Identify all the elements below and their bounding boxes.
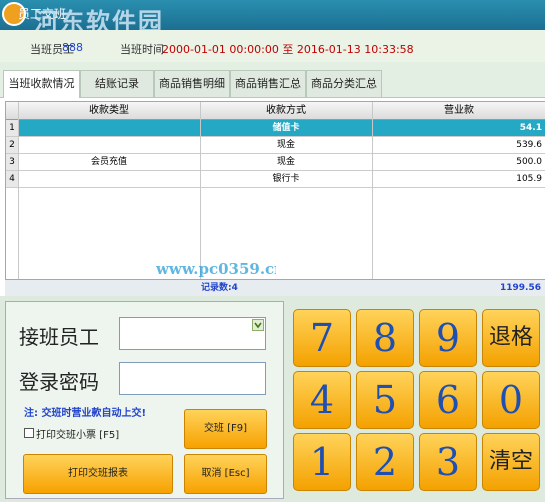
row-amount: 500.0 xyxy=(516,157,542,167)
col-method[interactable]: 收款方式 xyxy=(200,103,372,119)
next-staff-label: 接班员工 xyxy=(19,325,99,349)
staff-value: 888 xyxy=(62,41,83,54)
cancel-button[interactable]: 取消 [Esc] xyxy=(184,454,267,494)
print-report-label: 打印交班报表 xyxy=(68,468,128,479)
key-8[interactable]: 8 xyxy=(356,309,414,367)
key-clear[interactable]: 清空 xyxy=(482,433,540,491)
info-bar: 当班员工 888 当班时间 2000-01-01 00:00:00 至 2016… xyxy=(0,30,545,62)
key-7[interactable]: 7 xyxy=(293,309,351,367)
row-amount: 54.1 xyxy=(519,123,542,133)
tab-checkout-records[interactable]: 结账记录 xyxy=(80,70,154,97)
table-header: 收款类型 收款方式 营业款 xyxy=(6,102,545,120)
row-method: 银行卡 xyxy=(272,174,300,184)
note-text: 注: 交班时营业款自动上交! xyxy=(24,408,147,419)
chevron-down-icon xyxy=(254,322,262,329)
key-9[interactable]: 9 xyxy=(419,309,477,367)
row-type xyxy=(18,120,200,136)
total-amount: 1199.56 xyxy=(500,283,541,293)
print-receipt-checkbox[interactable] xyxy=(24,428,34,438)
key-0[interactable]: 0 xyxy=(482,371,540,429)
table-row[interactable]: 1 储值卡 54.1 xyxy=(6,120,545,137)
print-report-button[interactable]: 打印交班报表 xyxy=(23,454,173,494)
row-number: 3 xyxy=(6,154,18,170)
tab-sales-detail[interactable]: 商品销售明细 xyxy=(154,70,230,97)
handover-form: 接班员工 登录密码 注: 交班时营业款自动上交! 打印交班小票 [F5] 交班 … xyxy=(5,301,284,499)
row-amount: 105.9 xyxy=(516,174,542,184)
record-count: 记录数:4 xyxy=(201,283,238,293)
tab-sales-summary[interactable]: 商品销售汇总 xyxy=(230,70,306,97)
table-row[interactable]: 2 现金 539.6 xyxy=(6,137,545,154)
divider xyxy=(372,102,373,296)
dropdown-button[interactable] xyxy=(252,319,264,331)
row-number: 1 xyxy=(6,120,18,136)
table-row[interactable]: 4 银行卡 105.9 xyxy=(6,171,545,188)
corner-cell xyxy=(6,102,18,118)
table-row[interactable]: 3 会员充值 现金 500.0 xyxy=(6,154,545,171)
key-1[interactable]: 1 xyxy=(293,433,351,491)
time-value: 2000-01-01 00:00:00 至 2016-01-13 10:33:5… xyxy=(162,43,414,56)
table-footer: 记录数:4 1199.56 xyxy=(5,279,545,296)
handover-button-label: 交班 [F9] xyxy=(203,423,248,434)
password-label: 登录密码 xyxy=(19,370,99,394)
key-backspace[interactable]: 退格 xyxy=(482,309,540,367)
row-type xyxy=(18,171,200,187)
row-number: 4 xyxy=(6,171,18,187)
col-type[interactable]: 收款类型 xyxy=(18,103,200,119)
key-6[interactable]: 6 xyxy=(419,371,477,429)
next-staff-select[interactable] xyxy=(119,317,266,350)
watermark-url: www.pc0359.cn xyxy=(156,260,276,278)
row-number: 2 xyxy=(6,137,18,153)
time-label: 当班时间 xyxy=(120,43,164,56)
title-bar: 员工交班 河东软件园 xyxy=(0,0,545,36)
key-2[interactable]: 2 xyxy=(356,433,414,491)
row-method: 现金 xyxy=(276,140,295,150)
row-type xyxy=(18,137,200,153)
divider xyxy=(18,102,19,296)
print-receipt-label: 打印交班小票 [F5] xyxy=(36,430,120,441)
row-method: 现金 xyxy=(276,157,295,167)
numeric-keypad: 7 8 9 退格 4 5 6 0 1 2 3 清空 xyxy=(286,301,545,502)
row-amount: 539.6 xyxy=(516,140,542,150)
tab-shift-receipts[interactable]: 当班收款情况 xyxy=(3,70,80,98)
tab-bar: 当班收款情况 结账记录 商品销售明细 商品销售汇总 商品分类汇总 xyxy=(0,62,545,98)
tab-category-summary[interactable]: 商品分类汇总 xyxy=(306,70,382,97)
key-4[interactable]: 4 xyxy=(293,371,351,429)
col-amount[interactable]: 营业款 xyxy=(372,103,545,119)
password-field[interactable] xyxy=(119,362,266,395)
key-5[interactable]: 5 xyxy=(356,371,414,429)
row-method: 储值卡 xyxy=(272,123,300,133)
key-3[interactable]: 3 xyxy=(419,433,477,491)
handover-button[interactable]: 交班 [F9] xyxy=(184,409,267,449)
row-type: 会员充值 xyxy=(90,157,127,167)
receipts-table[interactable]: 收款类型 收款方式 营业款 1 储值卡 54.1 2 现金 539.6 3 会员… xyxy=(5,101,545,297)
cancel-button-label: 取消 [Esc] xyxy=(201,468,250,479)
